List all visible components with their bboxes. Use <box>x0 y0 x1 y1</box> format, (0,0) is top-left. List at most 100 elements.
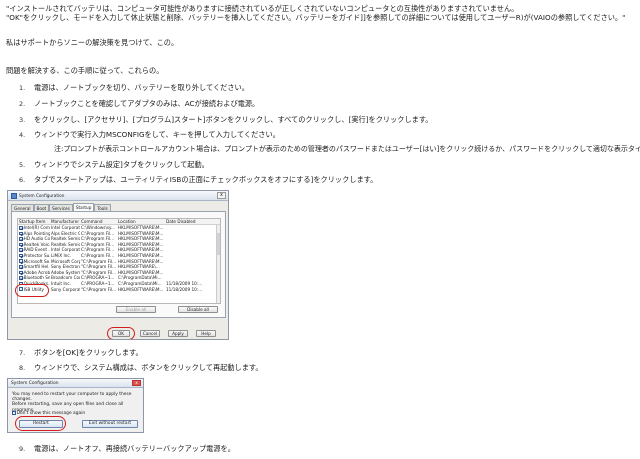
cell-text: HKLM\SOFTWARE\M... <box>118 247 164 253</box>
cell-text: Bluetooth Sm... <box>23 275 50 281</box>
startup-item-checkbox[interactable] <box>19 237 23 241</box>
window-title: System Configuration <box>19 193 65 198</box>
title-bar: System Configuration x <box>8 191 228 201</box>
steps-intro: 問題を解決する、この手順に従って、これらの。 <box>6 66 164 75</box>
cell-text: "C:\Program Fil... <box>81 269 117 275</box>
step-text: ウィンドウで、システム構成は、ボタンをクリックして再起動します。 <box>34 363 263 372</box>
scrollbar-thumb[interactable] <box>217 233 220 255</box>
startup-item-checkbox[interactable] <box>19 276 23 280</box>
vertical-scrollbar[interactable] <box>216 225 220 303</box>
step-number: 7. <box>19 349 26 357</box>
close-icon[interactable]: x <box>217 192 226 199</box>
cancel-button[interactable]: Cancel <box>140 330 160 337</box>
cell-text: HKLM\SOFTWARE\M... <box>118 236 164 242</box>
apply-button[interactable]: Apply <box>168 330 188 337</box>
cell-text: Smartfil Hel... <box>23 264 50 270</box>
startup-panel: Startup Item Manufacturer Command Locati… <box>11 211 226 318</box>
cell-text: LiMiX Inc. <box>51 252 71 258</box>
cell-text: C:\Program Fil... <box>81 241 115 247</box>
cell-text: Microsoft Se... <box>23 258 50 264</box>
cell-text: RAID Event ... <box>23 247 50 253</box>
tab-startup[interactable]: Startup <box>72 203 95 211</box>
cell-text: Intel(R) Com... <box>23 225 50 230</box>
cell-text: C:\Windows\sy... <box>81 225 115 230</box>
close-icon[interactable]: x <box>132 380 141 386</box>
isb-utility-highlight <box>15 284 49 297</box>
step-number: 1. <box>19 84 26 92</box>
cell-text: C:\PROGRA~1... <box>81 280 115 286</box>
intro-quote-line-2: "OK"をクリックし、モードを入力して休止状態と削除、バッテリーを挿入してくださ… <box>6 13 626 22</box>
ok-button-highlight <box>107 327 135 339</box>
column-header[interactable]: Startup Item <box>18 219 50 224</box>
step-text: 電源は、ノートオフ、再接続バッテリーバックアップ電源を。 <box>34 444 235 453</box>
step-text: をクリックし、[アクセサリ]、[プログラム]スタート]ボタンをクリックし、すべて… <box>34 115 433 124</box>
step-text: ウィンドウでシステム設定]タブをクリックして起動。 <box>34 160 209 169</box>
cell-text: "C:\Program Fil... <box>81 286 117 292</box>
step-number: 6. <box>19 176 26 184</box>
cell-text: C:\Program Fil... <box>81 252 115 258</box>
cell-text: C:\ProgramData\Mi... <box>118 275 162 281</box>
cell-text: HKLM\SOFTWARE\M... <box>118 241 164 247</box>
tab-general[interactable]: General <box>11 204 34 211</box>
table-cell: 11/18/2009 10:... <box>165 287 205 293</box>
startup-item-checkbox[interactable] <box>19 231 23 236</box>
cell-text: Adobe Acrobat <box>23 269 50 275</box>
restart-message: You may need to restart your computer to… <box>12 392 143 413</box>
step-text: ノートブックことを確認してアダプタのみは、ACが接続および電源。 <box>34 99 260 108</box>
column-header[interactable]: Command <box>80 219 117 224</box>
exit-without-restart-button[interactable]: Exit without restart <box>82 420 138 428</box>
table-cell: "C:\Program Fil... <box>80 287 117 293</box>
dialog-title: System Configuration <box>8 379 143 388</box>
app-icon <box>11 192 17 199</box>
step-number: 8. <box>19 364 26 372</box>
tab-strip: General Boot Services Startup Tools <box>11 203 111 211</box>
help-button[interactable]: Help <box>196 330 216 337</box>
restart-dialog: System Configuration x You may need to r… <box>7 378 144 433</box>
startup-item-checkbox[interactable] <box>19 248 23 252</box>
cell-text: HKLM\SOFTWARE\... <box>118 264 160 270</box>
support-note: 私はサポートからソニーの解決策を見つけて、この。 <box>6 38 179 47</box>
tab-services[interactable]: Services <box>49 204 73 211</box>
cell-text: "C:\Program Fil... <box>81 264 117 270</box>
tab-boot[interactable]: Boot <box>33 204 50 211</box>
startup-item-checkbox[interactable] <box>19 259 23 264</box>
step-number: 4. <box>19 131 26 139</box>
startup-item-checkbox[interactable] <box>19 253 23 258</box>
startup-item-checkbox[interactable] <box>19 242 23 247</box>
column-header[interactable]: Manufacturer <box>50 219 80 224</box>
cell-text: C:\ProgramData\Mi... <box>118 280 162 286</box>
cell-text: Sony Corporation <box>51 286 80 292</box>
cell-text: HKLM\SOFTWARE\M... <box>118 225 164 230</box>
column-header[interactable]: Location <box>117 219 165 224</box>
cell-text: "C:\Program Fil... <box>81 258 117 264</box>
cell-text: Intel Corporation <box>51 247 80 253</box>
step-note: 注:プロンプトが表示コントロールアカウント場合は、プロンプトが表示のための管理者… <box>54 145 640 153</box>
cell-text: Realtek Semico... <box>51 236 80 242</box>
cell-text: C:\Program Fil... <box>81 236 115 242</box>
step-number: 3. <box>19 116 26 124</box>
system-configuration-window: System Configuration x General Boot Serv… <box>7 190 229 340</box>
table-cell: Sony Corporation <box>50 287 80 293</box>
cell-text: Realtek Voic... <box>23 241 50 247</box>
cell-text: HKLM\SOFTWARE\M... <box>118 230 164 236</box>
cell-text: 11/18/2009 10:... <box>166 280 203 286</box>
enable-all-button[interactable]: Enable all <box>116 306 156 313</box>
tab-tools[interactable]: Tools <box>94 204 111 211</box>
step-text: ウィンドウで実行入力MSCONFIGをして、キーを押して入力してください。 <box>34 130 280 139</box>
cell-text: HD Audio Co... <box>23 236 50 242</box>
cell-text: Broadcom Corp... <box>51 275 80 281</box>
step-number: 5. <box>19 161 26 169</box>
startup-item-checkbox[interactable] <box>19 270 23 275</box>
cell-text: Intuit Inc. <box>51 280 71 286</box>
startup-item-checkbox[interactable] <box>19 265 23 269</box>
step-text: 電源は、ノートブックを切り、バッテリーを取り外してください。 <box>34 83 249 92</box>
cell-text: C:\Program Fil... <box>81 230 115 236</box>
cell-text: Realtek Semico... <box>51 241 80 247</box>
disable-all-button[interactable]: Disable all <box>178 306 218 313</box>
cell-text: Intel Corporation <box>51 225 80 230</box>
table-cell: HKLM\SOFTWARE\M... <box>117 287 165 293</box>
startup-item-checkbox[interactable] <box>19 225 23 230</box>
dont-show-checkbox[interactable] <box>12 411 16 415</box>
column-header[interactable]: Date Disabled <box>165 219 205 224</box>
restart-message-line: You may need to restart your computer to… <box>12 392 132 403</box>
